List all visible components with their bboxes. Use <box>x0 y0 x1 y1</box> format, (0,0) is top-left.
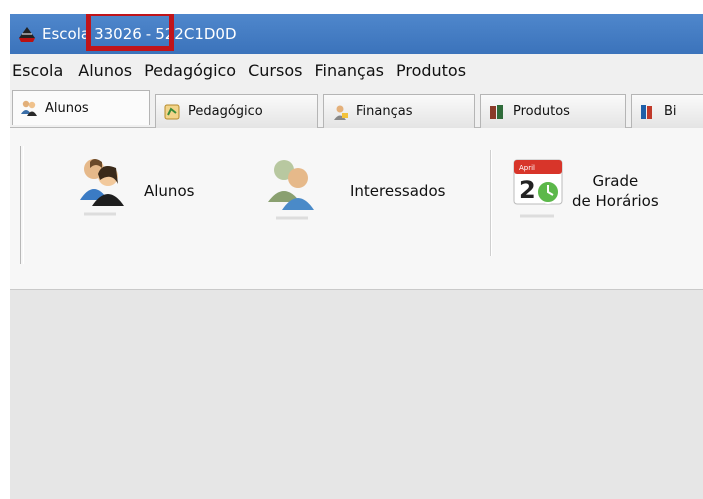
tab-label: Alunos <box>45 100 89 116</box>
students-large-icon <box>80 159 124 216</box>
tab-alunos[interactable]: Alunos <box>12 90 150 125</box>
menu-financas[interactable]: Finanças <box>314 61 392 80</box>
ribbon-panel: Alunos Interessados April 2 Grade de Hor… <box>10 128 703 290</box>
window-title: Escola 33026 - 522C1D0D <box>42 14 237 51</box>
calendar-month: April <box>519 164 535 172</box>
tab-label: Pedagógico <box>188 104 263 119</box>
title-id-highlight: 33026 <box>86 14 175 51</box>
interessados-label: Interessados <box>350 182 446 200</box>
menu-produtos[interactable]: Produtos <box>396 61 474 80</box>
products-icon <box>490 104 503 119</box>
menu-alunos[interactable]: Alunos <box>78 61 140 80</box>
library-icon <box>641 104 652 119</box>
menu-escola[interactable]: Escola <box>12 61 71 80</box>
grade-line-2: de Horários <box>572 192 659 210</box>
grade-line-1: Grade <box>592 172 639 190</box>
interested-large-icon <box>268 160 314 220</box>
tab-label: Bi <box>664 104 677 119</box>
highlight-box <box>86 14 175 51</box>
app-logo-icon <box>19 27 35 42</box>
tab-financas[interactable]: Finanças <box>323 94 475 128</box>
title-bar: Escola 33026 - 522C1D0D <box>10 14 703 54</box>
finance-icon <box>334 105 348 120</box>
ribbon-separator <box>490 150 492 256</box>
calendar-icon: April 2 <box>513 159 563 218</box>
pedagogic-icon <box>164 104 180 119</box>
app-window: Escola 33026 - 522C1D0D Escola Alunos Pe… <box>10 14 703 499</box>
interessados-button[interactable]: Interessados <box>262 154 445 228</box>
alunos-label: Alunos <box>144 182 195 200</box>
workspace-area <box>10 291 703 499</box>
ribbon-grip[interactable] <box>20 146 24 264</box>
calendar-day: 2 <box>519 176 536 204</box>
menu-bar: Escola Alunos Pedagógico Cursos Finanças… <box>10 54 703 86</box>
tab-bar: Alunos Pedagógico Finanças Produtos Bi <box>10 86 703 128</box>
students-icon <box>21 100 37 116</box>
menu-pedagogico[interactable]: Pedagógico <box>144 61 244 80</box>
tab-produtos[interactable]: Produtos <box>480 94 626 128</box>
menu-cursos[interactable]: Cursos <box>248 61 310 80</box>
title-prefix: Escola <box>42 25 91 43</box>
tab-label: Finanças <box>356 104 413 119</box>
grade-horarios-label: Grade de Horários <box>572 171 659 211</box>
tab-label: Produtos <box>513 104 570 119</box>
grade-horarios-button[interactable]: April 2 Grade de Horários <box>510 154 659 228</box>
alunos-button[interactable]: Alunos <box>72 154 194 228</box>
tab-pedagogico[interactable]: Pedagógico <box>155 94 318 128</box>
tab-biblioteca[interactable]: Bi <box>631 94 703 128</box>
